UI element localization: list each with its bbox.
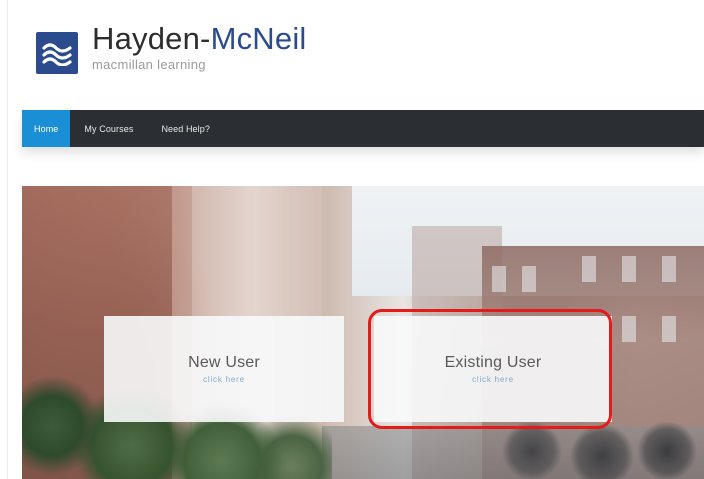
existing-user-card[interactable]: Existing User click here	[374, 316, 612, 422]
new-user-title: New User	[188, 354, 260, 371]
waves-logo-icon[interactable]	[36, 32, 78, 74]
hero-window	[622, 256, 636, 282]
hero-window	[522, 266, 536, 292]
site-header: Hayden-McNeil macmillan learning	[36, 22, 307, 74]
existing-user-title: Existing User	[444, 354, 542, 371]
nav-item-my-courses[interactable]: My Courses	[70, 110, 147, 147]
nav-item-home[interactable]: Home	[22, 110, 71, 147]
hero-window	[622, 316, 636, 342]
nav-item-need-help[interactable]: Need Help?	[147, 110, 224, 147]
hero-window	[492, 266, 506, 292]
hero-window	[662, 256, 676, 282]
left-divider	[7, 0, 8, 479]
hero-window	[582, 256, 596, 282]
hero-window	[662, 316, 676, 342]
existing-user-click-here-link[interactable]: click here	[472, 375, 514, 384]
new-user-click-here-link[interactable]: click here	[203, 375, 245, 384]
new-user-card[interactable]: New User click here	[104, 316, 344, 422]
brand-tagline: macmillan learning	[92, 57, 206, 72]
brand-name-main: Hayden-	[92, 21, 211, 56]
logo-text: Hayden-McNeil macmillan learning	[92, 22, 307, 73]
main-nav: Home My Courses Need Help?	[22, 110, 704, 147]
page: Hayden-McNeil macmillan learning Home My…	[0, 0, 704, 479]
brand-name[interactable]: Hayden-McNeil	[92, 22, 307, 56]
brand-name-accent: McNeil	[210, 21, 307, 56]
